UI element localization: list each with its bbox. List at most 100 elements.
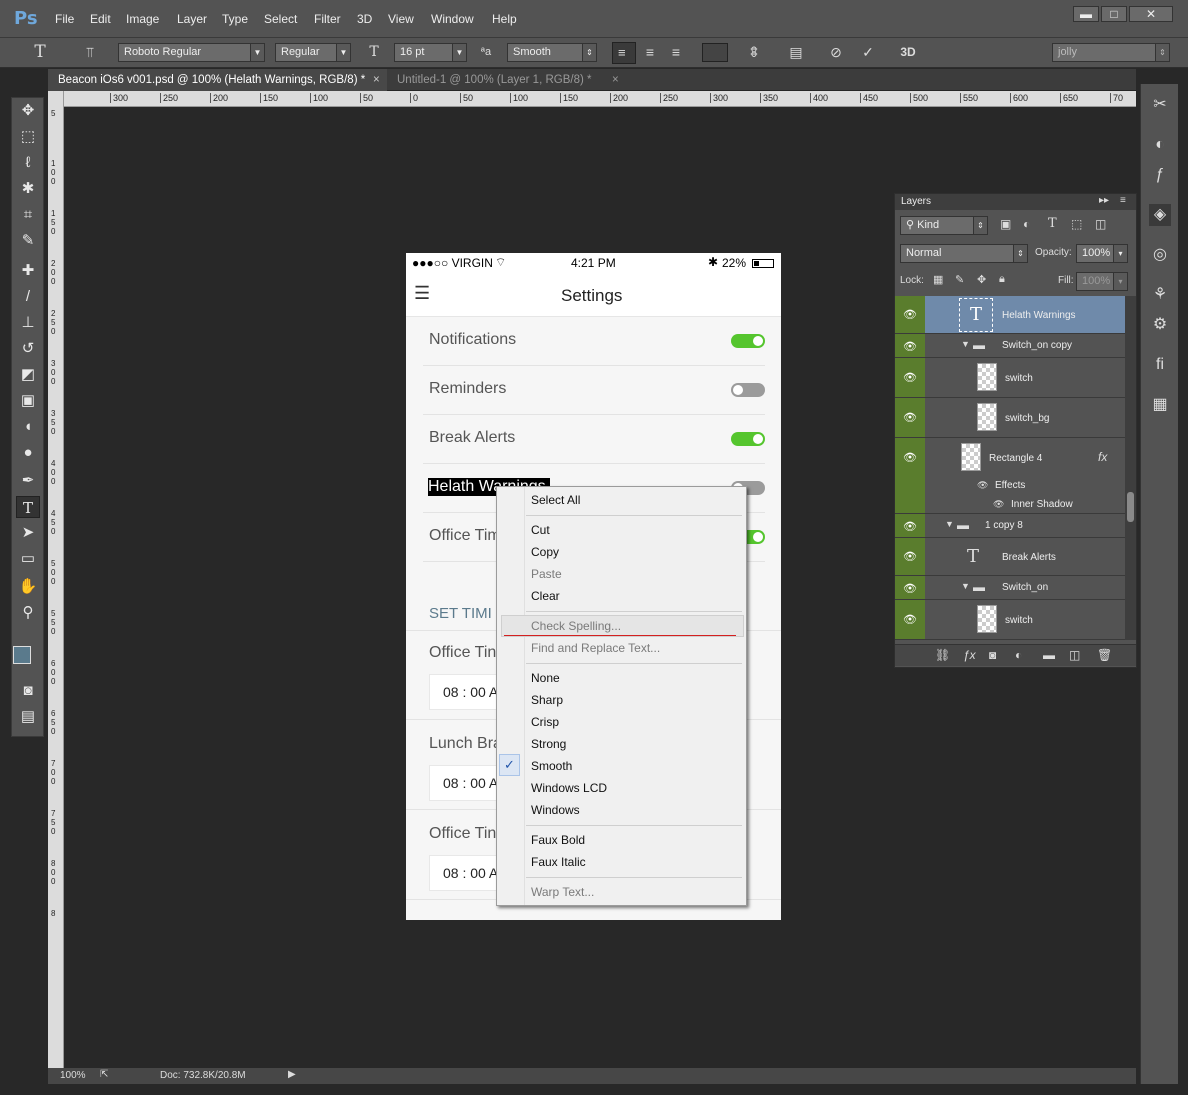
brush-tool-icon[interactable]: / [16,286,40,308]
menu-item-aa-smooth[interactable]: Smooth [531,759,572,773]
layer-row[interactable]: 👁︎ ▼ ▬ Switch_on [895,576,1125,600]
eye-icon[interactable]: 👁︎ [895,398,925,437]
move-tool-icon[interactable]: ✥ [16,100,40,122]
scrollbar[interactable] [1125,296,1136,640]
crop-tool-icon[interactable]: ⌗ [16,204,40,226]
font-family-select[interactable]: Roboto Regular ▼ [118,43,265,62]
trash-icon[interactable]: 🗑︎ [1097,648,1112,662]
eye-icon[interactable]: 👁︎ [895,576,925,599]
lock-position-icon[interactable]: ✥ [977,273,986,286]
menu-image[interactable]: Image [126,12,159,26]
link-icon[interactable]: ⛓ [935,648,950,662]
properties-icon[interactable]: ⚙ [1149,314,1171,336]
eye-icon[interactable]: 👁︎ [895,538,925,575]
layer-row[interactable]: 👁︎ switch_bg [895,398,1125,438]
align-center-icon[interactable]: ≡ [640,42,660,62]
eye-icon[interactable]: 👁︎ [993,499,1004,510]
menu-item-find-replace[interactable]: Find and Replace Text... [531,641,660,655]
toggle-switch[interactable] [731,334,765,348]
orientation-toggle-icon[interactable]: ⫪ [80,42,100,62]
collapse-icon[interactable]: ▸▸ [1099,195,1109,206]
mask-icon[interactable]: ◙ [989,648,996,662]
menu-view[interactable]: View [388,12,414,26]
tools-icon[interactable]: ✂ [1149,94,1171,116]
font-style-select[interactable]: Regular ▼ [275,43,351,62]
smart-object-filter-icon[interactable]: ◫ [1095,217,1106,231]
adjustments-icon[interactable]: ◐ [1149,134,1171,156]
blend-mode-select[interactable]: Normal ⇕ [900,244,1028,263]
channels-icon[interactable]: ◎ [1149,244,1171,266]
menu-filter[interactable]: Filter [314,12,341,26]
eye-icon[interactable]: 👁︎ [895,600,925,639]
cancel-icon[interactable]: ⊘ [826,42,846,62]
screen-mode-icon[interactable]: ▤ [16,706,40,728]
lock-brush-icon[interactable]: ✎ [955,273,964,286]
eye-icon[interactable]: 👁︎ [895,334,925,357]
menu-item-check-spelling[interactable]: Check Spelling... [531,619,621,633]
text-filter-icon[interactable]: T [1048,216,1057,231]
font-size-select[interactable]: 16 pt ▼ [394,43,467,62]
commit-icon[interactable]: ✓ [858,42,878,62]
menu-item-faux-bold[interactable]: Faux Bold [531,833,585,847]
menu-item-aa-windows-lcd[interactable]: Windows LCD [531,781,607,795]
menu-item-aa-strong[interactable]: Strong [531,737,566,751]
expand-triangle-icon[interactable]: ▼ [961,581,970,591]
maximize-button[interactable]: □ [1101,6,1127,22]
close-window-button[interactable]: ✕ [1129,6,1173,22]
path-selection-icon[interactable]: ➤ [16,522,40,544]
expand-triangle-icon[interactable]: ▼ [961,339,970,349]
align-left-button[interactable]: ≡ [612,42,636,64]
settings-row[interactable]: Reminders [423,366,765,415]
rectangle-tool-icon[interactable]: ▭ [16,548,40,570]
layer-row[interactable]: 👁︎ Rectangle 4 fx 👁︎ Effects 👁︎ Inner Sh… [895,438,1125,514]
filter-kind-select[interactable]: ⚲ Kind ⇕ [900,216,988,235]
menu-item-select-all[interactable]: Select All [531,493,580,507]
type-tool-preset-icon[interactable]: T [30,42,50,62]
fx-icon[interactable]: ƒx [963,648,976,662]
layer-row[interactable]: 👁︎ switch [895,600,1125,640]
new-group-icon[interactable]: ▬ [1043,648,1055,662]
menu-item-faux-italic[interactable]: Faux Italic [531,855,586,869]
foreground-color-swatch[interactable] [13,646,31,664]
minimize-button[interactable]: ▬ [1073,6,1099,22]
adjustment-icon[interactable]: ◐ [1015,648,1022,662]
menu-item-aa-windows[interactable]: Windows [531,803,580,817]
menu-3d[interactable]: 3D [357,12,372,26]
stamp-tool-icon[interactable]: ⊥ [16,312,40,334]
3d-button[interactable]: 3D [898,42,918,62]
lock-all-icon[interactable]: 🔒︎ [999,273,1005,286]
toggle-switch[interactable] [731,383,765,397]
blur-tool-icon[interactable]: ◖ [16,416,40,438]
zoom-tool-icon[interactable]: ⚲ [16,602,40,624]
adjustment-filter-icon[interactable]: ◐ [1023,217,1030,231]
magic-wand-icon[interactable]: ✱ [16,178,40,200]
menu-help[interactable]: Help [492,12,517,26]
eye-icon[interactable]: 👁︎ [895,358,925,397]
layer-row[interactable]: 👁︎ T Break Alerts [895,538,1125,576]
menu-item-clear[interactable]: Clear [531,589,560,603]
settings-row[interactable]: Notifications [423,317,765,366]
layer-row-selected[interactable]: 👁︎ T Helath Warnings [895,296,1125,334]
workspace-select[interactable]: jolly ⇕ [1052,43,1170,62]
grid-icon[interactable]: ▦ [1149,394,1171,416]
hand-tool-icon[interactable]: ✋ [16,576,40,598]
glyphs-icon[interactable]: ﬁ [1149,354,1171,376]
scroll-thumb[interactable] [1127,492,1134,522]
eye-icon[interactable]: 👁︎ [895,438,925,513]
menu-item-aa-sharp[interactable]: Sharp [531,693,563,707]
eraser-tool-icon[interactable]: ◩ [16,364,40,386]
tab-beacon[interactable]: Beacon iOs6 v001.psd @ 100% (Helath Warn… [48,69,387,91]
layers-icon[interactable]: ◈ [1149,204,1171,226]
brush-presets-icon[interactable]: ⚘ [1149,284,1171,306]
lock-pixels-icon[interactable]: ▦ [933,273,943,286]
chevron-right-icon[interactable]: ▶ [288,1069,296,1080]
fill-field[interactable]: 100% ▾ [1076,272,1128,291]
eye-icon[interactable]: 👁︎ [977,480,988,491]
shape-filter-icon[interactable]: ⬚ [1071,217,1082,231]
image-filter-icon[interactable]: ▣ [1000,217,1011,231]
styles-icon[interactable]: ƒ [1149,164,1171,186]
close-icon[interactable]: × [373,69,380,91]
menu-item-aa-none[interactable]: None [531,671,560,685]
menu-item-copy[interactable]: Copy [531,545,559,559]
tab-untitled[interactable]: Untitled-1 @ 100% (Layer 1, RGB/8) * × [387,69,629,91]
